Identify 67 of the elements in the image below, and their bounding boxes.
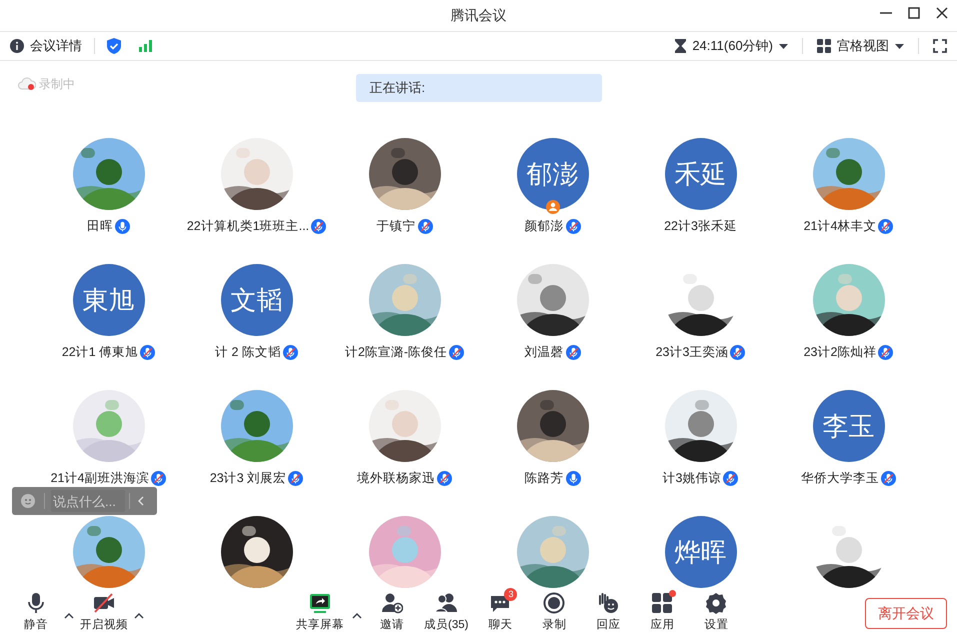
shield-icon[interactable] xyxy=(107,38,121,54)
caret-up-icon[interactable] xyxy=(64,612,74,619)
participant-name: 华侨大学李玉 xyxy=(801,470,879,487)
participant-name: 23计3王奕涵 xyxy=(656,344,728,361)
participant-name: 22计算机类1班班主... xyxy=(186,218,310,235)
participant-name: 22计1 傅東旭 xyxy=(62,344,138,361)
toolbar-button[interactable]: 应用 xyxy=(638,592,686,635)
participant-name: 颜郁澎 xyxy=(524,218,564,235)
share-screen-icon xyxy=(309,592,331,614)
caret-up-icon[interactable] xyxy=(352,612,362,619)
collapse-icon[interactable] xyxy=(138,496,144,506)
info-icon xyxy=(10,39,24,53)
toolbar-button[interactable]: 成员(35) xyxy=(422,592,470,635)
apps-icon xyxy=(651,592,674,614)
record-icon xyxy=(543,592,566,614)
toolbar-button[interactable]: 开启视频 xyxy=(78,592,130,635)
caret-icon[interactable] xyxy=(779,44,788,48)
toolbar-button[interactable]: 设置 xyxy=(692,592,740,635)
caret-icon[interactable] xyxy=(895,44,904,48)
avatar: 郁澎 xyxy=(516,138,588,210)
caret-up-icon[interactable] xyxy=(134,612,144,619)
toolbar-button[interactable]: 回应 xyxy=(584,592,632,635)
participant-name: 23计3 刘展宏 xyxy=(210,470,286,487)
speaking-banner: 正在讲话: xyxy=(356,74,602,102)
participant-name: 刘温磬 xyxy=(524,344,564,361)
mic-icon xyxy=(25,592,47,614)
participant-name: 计 2 陈文韬 xyxy=(215,344,281,361)
unread-badge: 3 xyxy=(504,588,518,602)
chat-input-field[interactable]: 说点什么... xyxy=(51,490,125,512)
toolbar-button[interactable]: 静音 xyxy=(12,592,60,635)
participant-name: 于镇宁 xyxy=(376,218,416,235)
participant-name: 陈路芳 xyxy=(524,470,564,487)
avatar: 烨晖 xyxy=(664,516,736,588)
participant-name: 22计3张禾延 xyxy=(664,218,737,235)
participant-name: 境外联杨家迅 xyxy=(357,470,435,487)
participant-name: 23计2陈灿祥 xyxy=(804,344,876,361)
toolbar-button[interactable]: 邀请 xyxy=(368,592,416,635)
hourglass-icon xyxy=(675,39,686,53)
meeting-details-button[interactable]: 会议详情 xyxy=(30,36,82,56)
participant-name: 21计4林丰文 xyxy=(804,218,876,235)
add-person-icon xyxy=(381,592,403,614)
grid-view-icon xyxy=(817,39,831,53)
participant-name: 田晖 xyxy=(87,218,113,235)
signal-icon[interactable] xyxy=(139,40,153,52)
toolbar-button[interactable]: 录制 xyxy=(530,592,578,635)
meeting-timer: 24:11(60分钟) xyxy=(692,37,773,56)
avatar: 李玉 xyxy=(812,390,884,462)
participant-name: 计2陈宣潞-陈俊任 xyxy=(344,344,448,361)
leave-meeting-button[interactable]: 离开会议 xyxy=(865,598,947,629)
toolbar-button[interactable]: 共享屏幕 xyxy=(294,592,346,635)
people-icon xyxy=(434,592,458,614)
avatar: 禾延 xyxy=(664,138,736,210)
emoji-icon[interactable] xyxy=(21,494,35,508)
avatar: 文韬 xyxy=(220,264,292,336)
avatar: 東旭 xyxy=(72,264,144,336)
participant-name: 计3姚伟谅 xyxy=(662,470,722,487)
window-title: 腾讯会议 xyxy=(450,6,506,25)
fullscreen-icon[interactable] xyxy=(933,39,947,53)
participant-name: 21计4副班洪海滨 xyxy=(50,470,150,487)
camera-off-icon xyxy=(93,592,115,614)
view-mode-button[interactable]: 宫格视图 xyxy=(837,36,889,56)
settings-icon xyxy=(705,592,728,614)
hand-smile-icon xyxy=(597,592,620,614)
cloud-record-icon xyxy=(18,77,36,91)
close-icon[interactable] xyxy=(935,6,949,20)
maximize-icon[interactable] xyxy=(907,6,921,20)
recording-status: 录制中 xyxy=(39,76,75,93)
